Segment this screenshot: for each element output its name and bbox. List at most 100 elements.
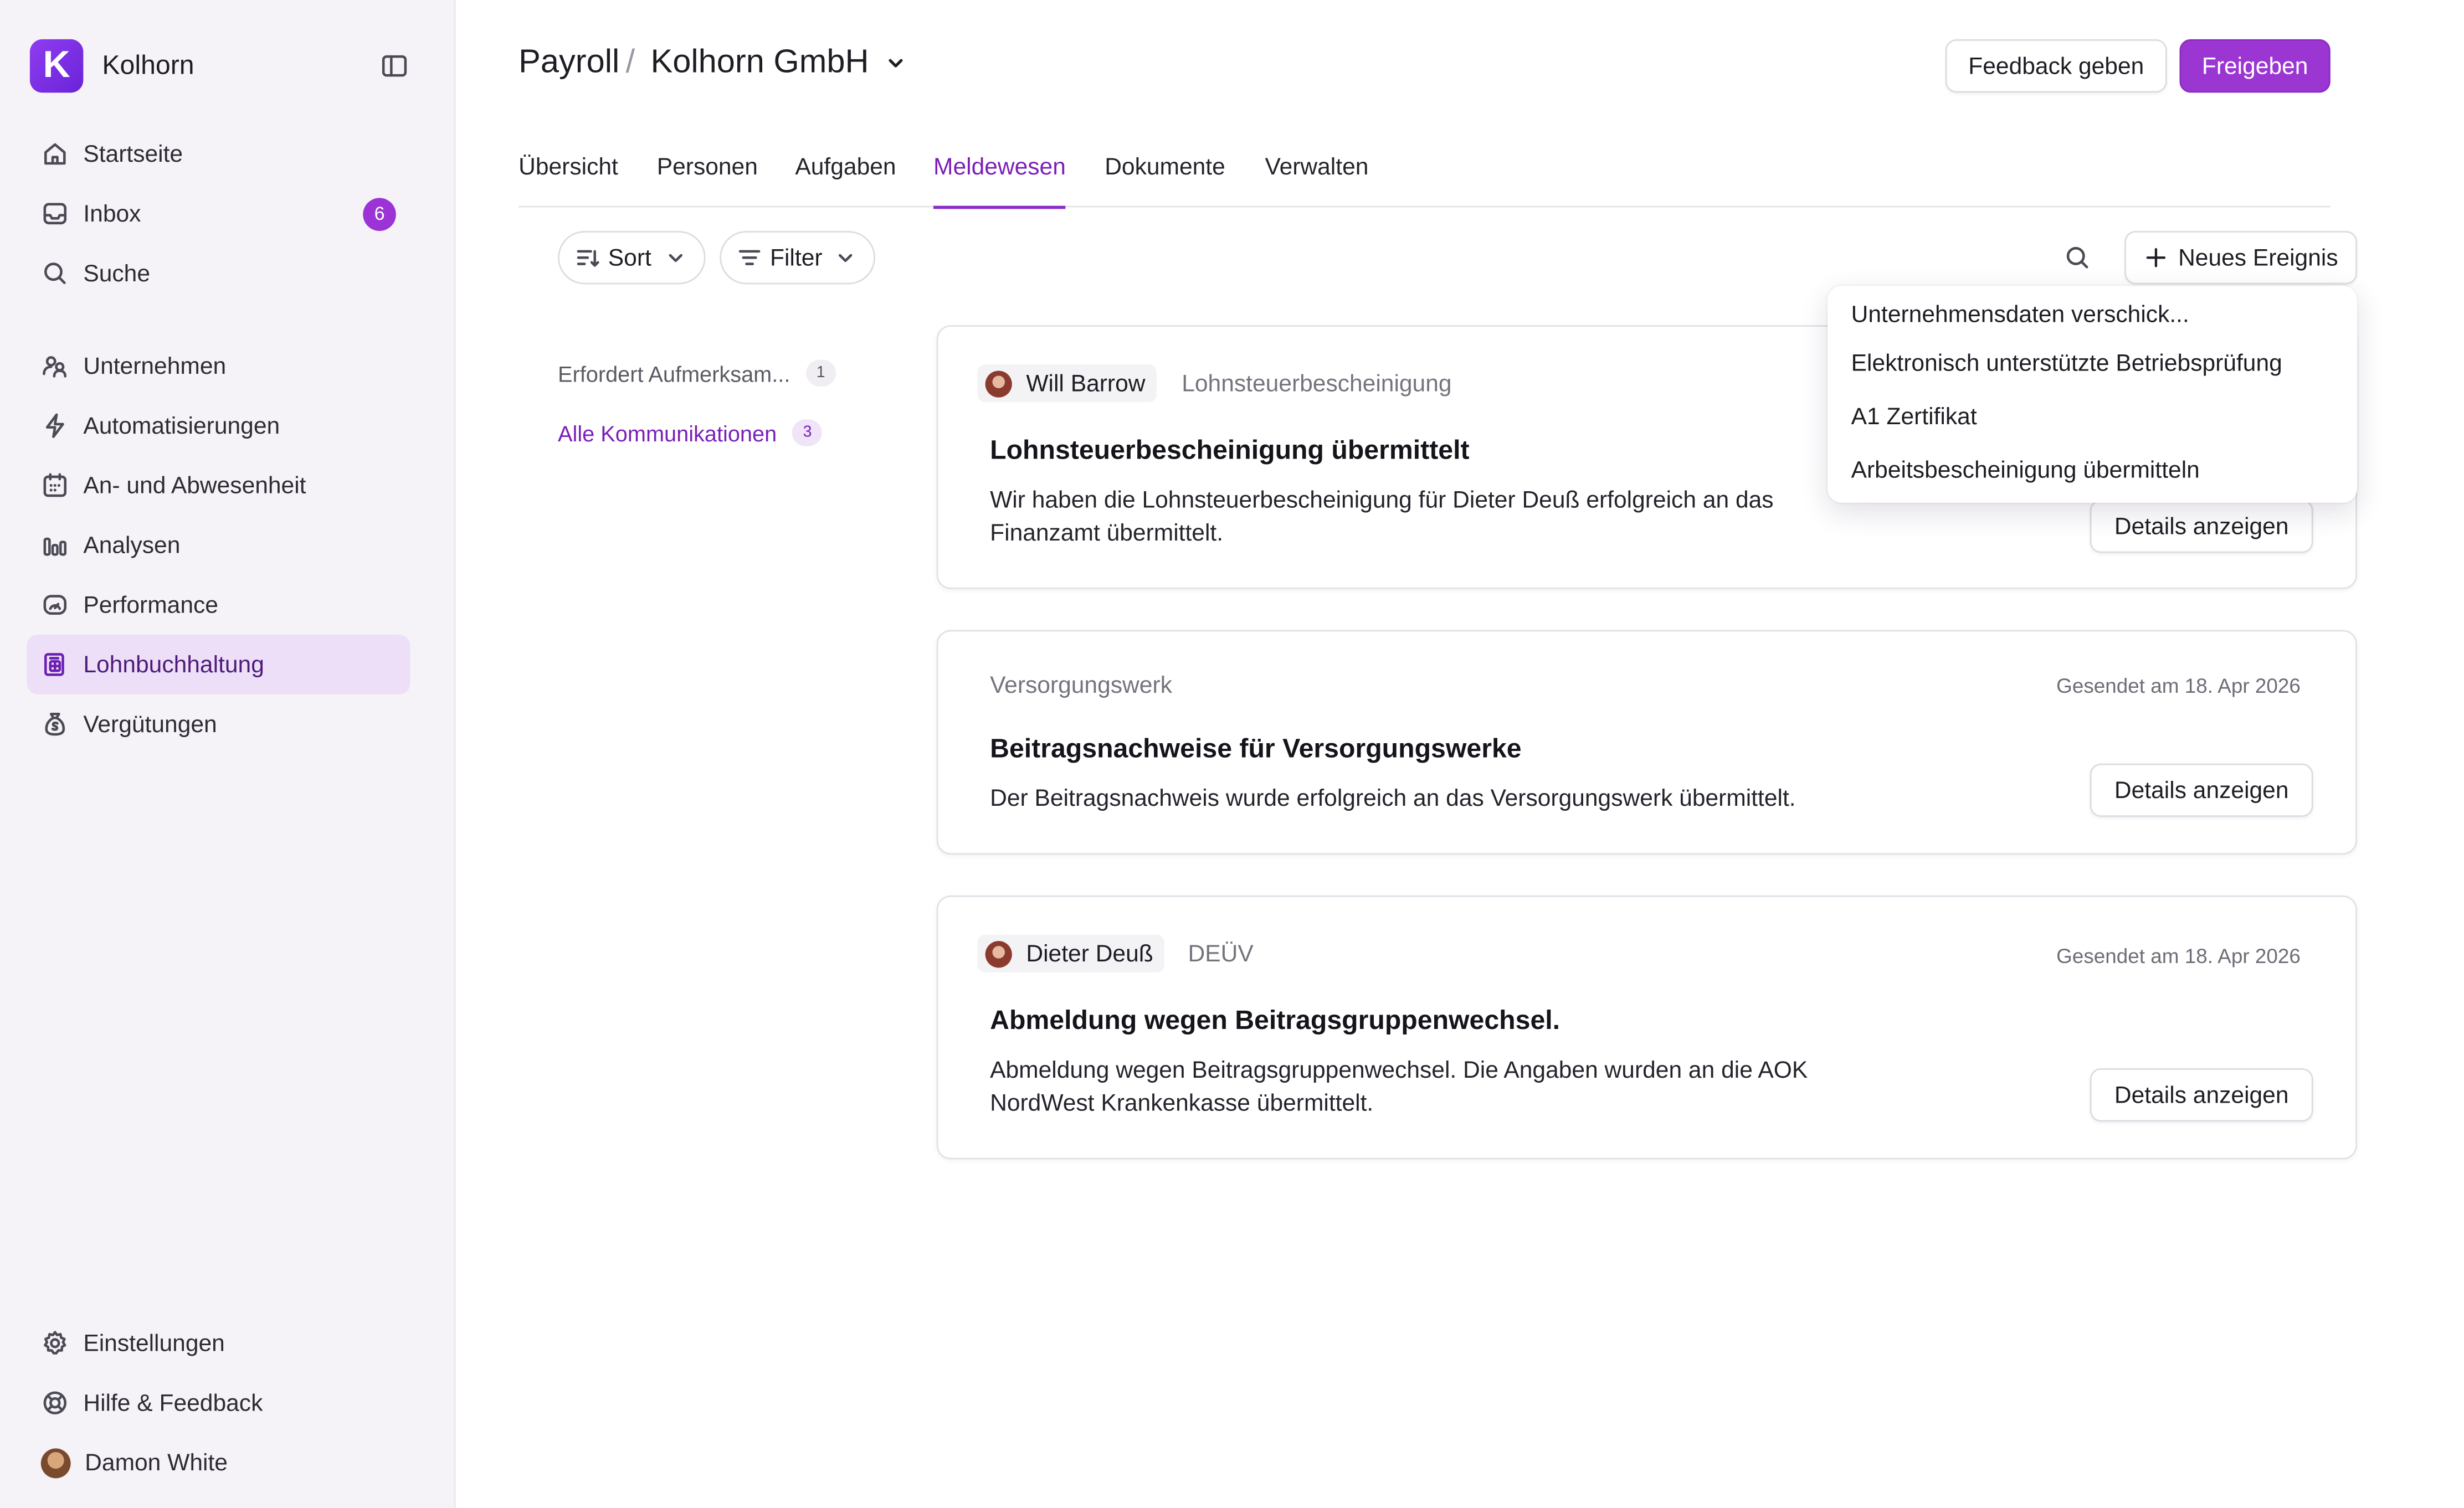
details-button[interactable]: Details anzeigen [2090, 500, 2313, 553]
sidebar-item-label: Performance [83, 591, 218, 619]
filter-label: Erfordert Aufmerksam... [558, 361, 790, 386]
search-icon [41, 259, 69, 287]
chevron-down-icon [833, 245, 858, 270]
sidebar-item-label: Vergütungen [83, 711, 217, 738]
inbox-icon [41, 199, 69, 228]
sidebar-item-analysen[interactable]: Analysen [27, 515, 410, 575]
sidebar-item-einstellungen[interactable]: Einstellungen [27, 1313, 410, 1373]
event-date: Gesendet am 18. Apr 2026 [2056, 944, 2301, 968]
event-title: Beitragsnachweise für Versorgungswerke [990, 733, 1522, 764]
sidebar-item-label: An- und Abwesenheit [83, 472, 306, 499]
sidebar-item-inbox[interactable]: Inbox 6 [27, 184, 410, 244]
details-button[interactable]: Details anzeigen [2090, 763, 2313, 817]
details-button[interactable]: Details anzeigen [2090, 1068, 2313, 1122]
tab-bar: Übersicht Personen Aufgaben Meldewesen D… [519, 151, 2330, 209]
gauge-icon [41, 591, 69, 619]
sidebar-item-label: Startseite [83, 140, 183, 168]
tab-personen[interactable]: Personen [657, 154, 758, 206]
filter-count-badge: 1 [805, 359, 836, 387]
bar-chart-icon [41, 531, 69, 559]
dropdown-item-betriebspruefung[interactable]: Elektronisch unterstützte Betriebsprüfun… [1851, 351, 2282, 377]
event-category: DEÜV [1188, 941, 1254, 968]
sidebar-item-label: Unternehmen [83, 352, 227, 380]
inbox-count-badge: 6 [363, 197, 396, 230]
gear-icon [41, 1329, 69, 1357]
calendar-icon [41, 471, 69, 500]
workspace-name: Kolhorn [102, 50, 194, 80]
chevron-down-icon[interactable] [885, 52, 907, 74]
event-category: Versorgungswerk [990, 672, 1172, 699]
person-chip[interactable]: Dieter Deuß [977, 934, 1164, 972]
tab-verwalten[interactable]: Verwalten [1265, 154, 1369, 206]
sidebar-nav-top: Startseite Inbox 6 Suche [27, 124, 410, 303]
sort-icon [575, 245, 600, 270]
sidebar-item-verguetungen[interactable]: Vergütungen [27, 694, 410, 754]
filter-label: Filter [769, 244, 823, 271]
sidebar-item-suche[interactable]: Suche [27, 244, 410, 303]
dropdown-item-arbeitsbescheinigung[interactable]: Arbeitsbescheinigung übermitteln [1851, 457, 2200, 483]
filter-button[interactable]: Filter [720, 230, 876, 285]
sidebar-item-profile[interactable]: Damon White [27, 1433, 410, 1492]
sidebar-item-label: Lohnbuchhaltung [83, 651, 264, 678]
sidebar-item-label: Automatisierungen [83, 412, 280, 439]
sidebar: K Kolhorn Startseite Inbox 6 Suche Unter… [0, 0, 456, 1508]
chevron-down-icon [663, 245, 688, 270]
sidebar-nav-main: Unternehmen Automatisierungen An- und Ab… [27, 336, 410, 754]
filter-all-communications[interactable]: Alle Kommunikationen 3 [558, 419, 823, 446]
sidebar-toggle-icon[interactable] [380, 52, 408, 80]
payroll-icon [41, 650, 69, 678]
avatar [985, 370, 1012, 397]
event-description: Abmeldung wegen Beitragsgruppenwechsel. … [990, 1057, 1808, 1117]
event-date: Gesendet am 18. Apr 2026 [2056, 673, 2301, 698]
tab-aufgaben[interactable]: Aufgaben [795, 154, 896, 206]
search-icon[interactable] [2063, 244, 2092, 272]
sidebar-item-label: Hilfe & Feedback [83, 1389, 263, 1417]
filter-count-badge: 3 [792, 419, 823, 446]
filter-label: Alle Kommunikationen [558, 420, 777, 446]
money-bag-icon [41, 710, 69, 738]
sidebar-item-label: Einstellungen [83, 1330, 225, 1357]
sidebar-item-performance[interactable]: Performance [27, 575, 410, 635]
sidebar-item-label: Inbox [83, 200, 141, 227]
person-chip[interactable]: Will Barrow [977, 364, 1157, 403]
breadcrumb-separator: / [625, 44, 635, 80]
event-title: Lohnsteuerbescheinigung übermittelt [990, 435, 1470, 465]
tab-meldewesen[interactable]: Meldewesen [933, 154, 1066, 209]
sidebar-item-hilfe[interactable]: Hilfe & Feedback [27, 1373, 410, 1433]
dropdown-item-unternehmensdaten[interactable]: Unternehmensdaten verschick... [1851, 302, 2189, 328]
tab-dokumente[interactable]: Dokumente [1105, 154, 1225, 206]
filter-attention[interactable]: Erfordert Aufmerksam... 1 [558, 359, 836, 387]
filter-icon [737, 245, 762, 270]
kolhorn-logo: K [29, 39, 84, 93]
breadcrumb: Payroll / Kolhorn GmbH [519, 44, 906, 81]
event-title: Abmeldung wegen Beitragsgruppenwechsel. [990, 1005, 1560, 1036]
feedback-button[interactable]: Feedback geben [1945, 39, 2167, 93]
event-description: Der Beitragsnachweis wurde erfolgreich a… [990, 785, 1796, 812]
company-name[interactable]: Kolhorn GmbH [651, 44, 869, 81]
sidebar-item-unternehmen[interactable]: Unternehmen [27, 336, 410, 396]
sidebar-item-abwesenheit[interactable]: An- und Abwesenheit [27, 456, 410, 516]
plus-icon [2144, 245, 2169, 270]
event-description: Wir haben die Lohnsteuerbescheinigung fü… [990, 487, 1774, 547]
sort-label: Sort [608, 244, 651, 271]
home-icon [41, 140, 69, 168]
sidebar-item-label: Analysen [83, 532, 181, 559]
tab-uebersicht[interactable]: Übersicht [519, 154, 618, 206]
dropdown-item-a1-zertifikat[interactable]: A1 Zertifikat [1851, 404, 1977, 430]
sort-button[interactable]: Sort [558, 230, 706, 285]
sidebar-item-label: Suche [83, 260, 151, 287]
lifebuoy-icon [41, 1389, 69, 1417]
new-event-button[interactable]: Neues Ereignis [2124, 230, 2358, 285]
sidebar-item-startseite[interactable]: Startseite [27, 124, 410, 184]
avatar [985, 940, 1012, 967]
lightning-icon [41, 411, 69, 440]
sidebar-item-lohnbuchhaltung[interactable]: Lohnbuchhaltung [27, 635, 410, 694]
sidebar-item-automatisierungen[interactable]: Automatisierungen [27, 396, 410, 456]
workspace-switcher[interactable]: K Kolhorn [29, 39, 194, 93]
users-icon [41, 352, 69, 380]
release-button[interactable]: Freigeben [2179, 39, 2330, 93]
event-card: Versorgungswerk Gesendet am 18. Apr 2026… [936, 630, 2358, 855]
event-card: Dieter Deuß DEÜV Gesendet am 18. Apr 202… [936, 895, 2358, 1160]
person-name: Dieter Deuß [1026, 940, 1153, 967]
breadcrumb-section[interactable]: Payroll [519, 44, 619, 81]
